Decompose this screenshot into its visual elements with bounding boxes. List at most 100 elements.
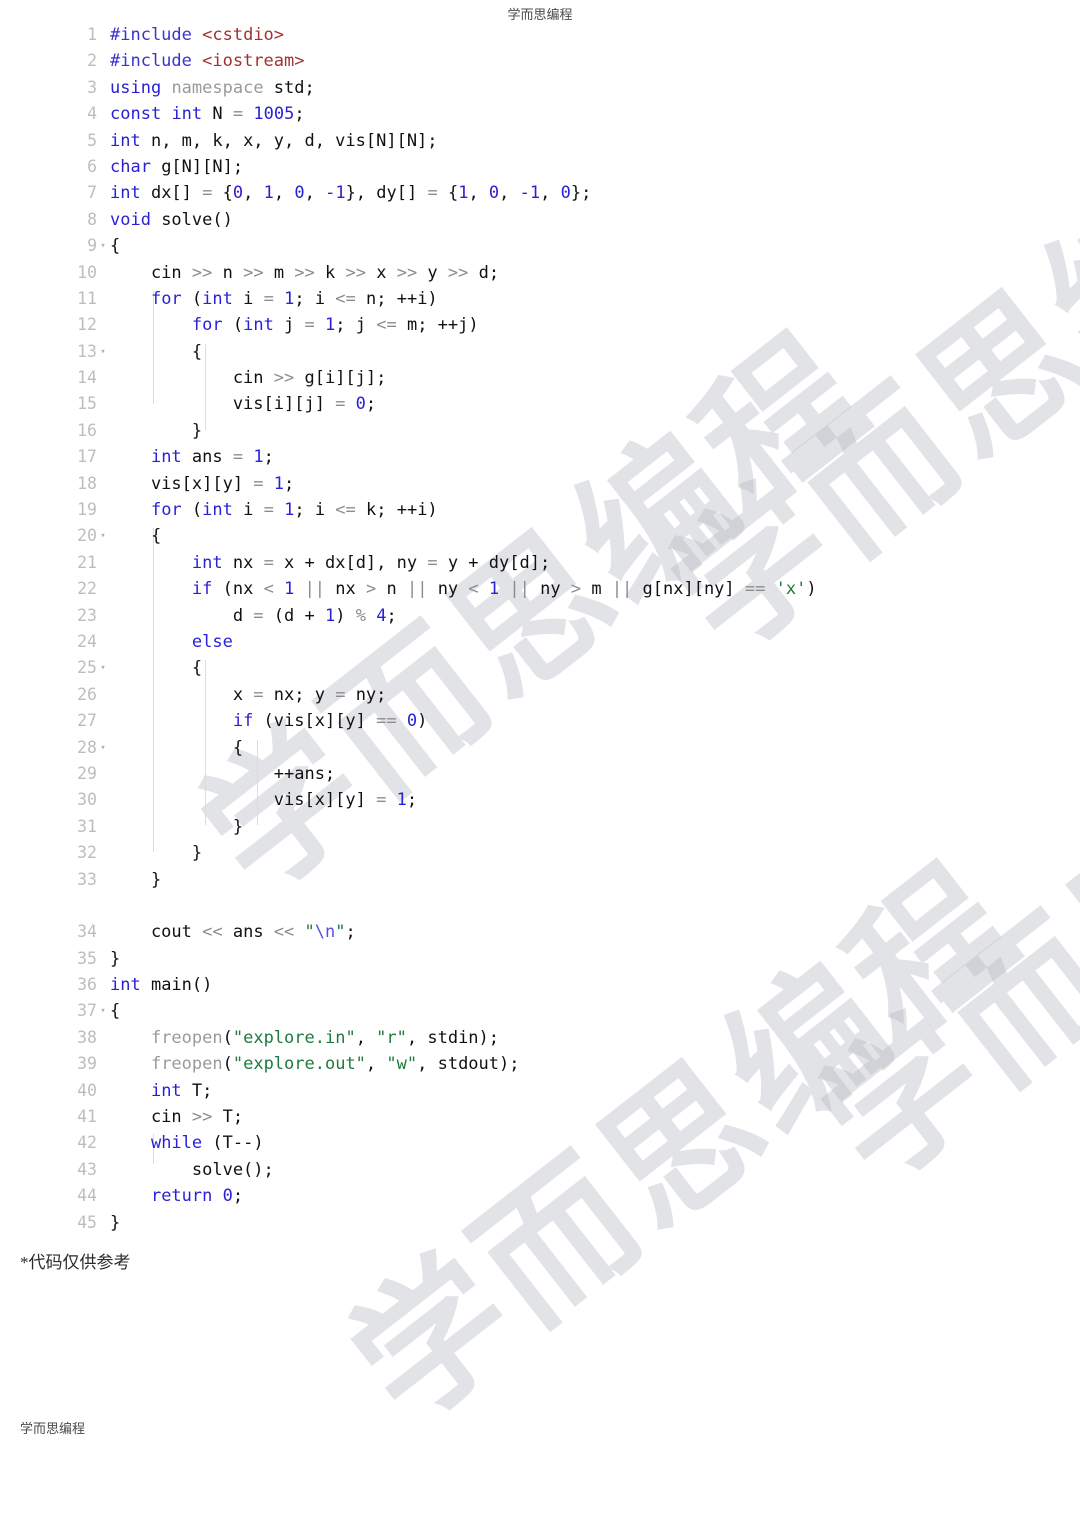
code-token-op: >> xyxy=(396,262,418,283)
code-line-source: } xyxy=(110,840,202,866)
line-number: 39 xyxy=(77,1054,97,1074)
code-token-pl: ( xyxy=(222,1054,233,1075)
code-token-pl: }; xyxy=(570,183,592,204)
code-line-source: using namespace std; xyxy=(110,75,315,101)
code-token-pl: ( xyxy=(181,500,203,521)
fold-marker-icon[interactable]: ▾ xyxy=(99,523,107,549)
code-token-pl: , stdout); xyxy=(417,1054,520,1075)
code-token-num: 1 xyxy=(488,579,500,600)
code-token-pl: g[N][N]; xyxy=(150,156,244,177)
code-token-op: = xyxy=(376,790,387,811)
line-number: 36 xyxy=(77,975,97,995)
line-number: 5 xyxy=(87,130,97,150)
code-token-num: 1 xyxy=(273,473,285,494)
code-token-pl: ; xyxy=(294,104,305,125)
line-number: 38 xyxy=(77,1027,97,1047)
code-line: 43 solve(); xyxy=(0,1157,1080,1183)
code-line: 35} xyxy=(0,946,1080,972)
fold-marker-icon[interactable]: ▾ xyxy=(99,233,107,259)
code-token-op: == xyxy=(744,579,766,600)
code-token-op: <= xyxy=(335,500,356,521)
line-number: 34 xyxy=(77,922,97,942)
code-token-pl: m xyxy=(263,262,295,283)
code-line: 32 } xyxy=(0,840,1080,866)
code-line: 20 ▾ { xyxy=(0,523,1080,549)
code-token-op: >> xyxy=(345,262,366,283)
code-token-pl: } xyxy=(110,1212,121,1233)
fold-marker-icon[interactable]: ▾ xyxy=(99,339,107,365)
line-number: 16 xyxy=(77,420,97,440)
code-token-num: 1 xyxy=(324,605,336,626)
code-line-source: d = (d + 1) % 4; xyxy=(110,603,397,629)
code-token-pl: ( xyxy=(222,315,244,336)
code-token-pl: ans xyxy=(222,922,274,943)
code-token-num: 1 xyxy=(284,500,295,521)
code-line: 14 cin >> g[i][j]; xyxy=(0,365,1080,391)
code-token-pl: k xyxy=(314,262,346,283)
code-token-op: = xyxy=(335,394,346,415)
code-line: 23 d = (d + 1) % 4; xyxy=(0,603,1080,629)
fold-marker-icon[interactable]: ▾ xyxy=(99,998,107,1024)
code-token-pp: #include xyxy=(110,25,192,45)
code-token-op: >> xyxy=(243,262,264,283)
code-line: 34 cout << ans << "\n"; xyxy=(0,919,1080,945)
line-number: 43 xyxy=(77,1159,97,1179)
code-token-kw: for xyxy=(150,288,182,309)
code-line: 30 vis[x][y] = 1; xyxy=(0,787,1080,813)
code-line: 7 int dx[] = {0, 1, 0, -1}, dy[] = {1, 0,… xyxy=(0,180,1080,206)
code-token-num: 0 xyxy=(406,711,418,732)
code-line: 28 ▾ { xyxy=(0,735,1080,761)
code-token-num: 1005 xyxy=(253,104,295,125)
code-token-pl: g[i][j]; xyxy=(294,368,387,389)
line-number: 11 xyxy=(77,288,97,308)
line-number: 8 xyxy=(87,209,97,229)
code-line: 40 int T; xyxy=(0,1078,1080,1104)
code-token-pl: } xyxy=(110,843,203,864)
code-token-op: = xyxy=(263,552,274,573)
code-token-pl: { xyxy=(110,658,203,679)
code-token-pl: cin xyxy=(110,368,274,389)
code-line-source: { xyxy=(110,523,161,549)
code-line: 42 while (T--) xyxy=(0,1130,1080,1156)
code-token-op: << xyxy=(273,922,295,943)
code-token-op: || xyxy=(611,579,633,600)
code-token-num: 0 xyxy=(232,183,244,204)
code-token-pl: , xyxy=(304,183,326,204)
code-token-num: 0 xyxy=(222,1186,233,1207)
code-line-source: freopen("explore.out", "w", stdout); xyxy=(110,1051,520,1077)
line-number: 18 xyxy=(77,473,97,493)
code-token-pl: m xyxy=(581,579,612,600)
fold-marker-icon[interactable]: ▾ xyxy=(99,735,107,761)
code-token-op: = xyxy=(202,183,213,204)
fold-marker-icon[interactable]: ▾ xyxy=(99,655,107,681)
code-token-pl: main() xyxy=(140,975,213,996)
code-token-kw: int xyxy=(110,130,141,151)
code-token-num: 1 xyxy=(284,579,295,600)
code-token-num: 0 xyxy=(488,183,500,204)
code-token-kw: else xyxy=(191,631,233,652)
code-token-op: >> xyxy=(191,262,213,283)
line-number: 3 xyxy=(87,77,97,97)
code-token-pl: ; xyxy=(365,394,377,415)
code-token-pl: vis[i][j] xyxy=(110,394,336,415)
code-token-op: = xyxy=(335,684,346,705)
line-number: 4 xyxy=(87,104,97,124)
code-token-pl: ( xyxy=(181,288,203,309)
code-token-kw: for xyxy=(150,500,182,521)
code-token-num: 1 xyxy=(458,183,469,204)
code-token-num: 1 xyxy=(263,183,274,204)
line-number: 10 xyxy=(77,262,97,282)
code-token-pl: { xyxy=(437,183,459,204)
code-token-kw: int xyxy=(191,552,223,573)
code-line: 25 ▾ { xyxy=(0,655,1080,681)
page-header: 学而思编程 xyxy=(0,4,1080,23)
